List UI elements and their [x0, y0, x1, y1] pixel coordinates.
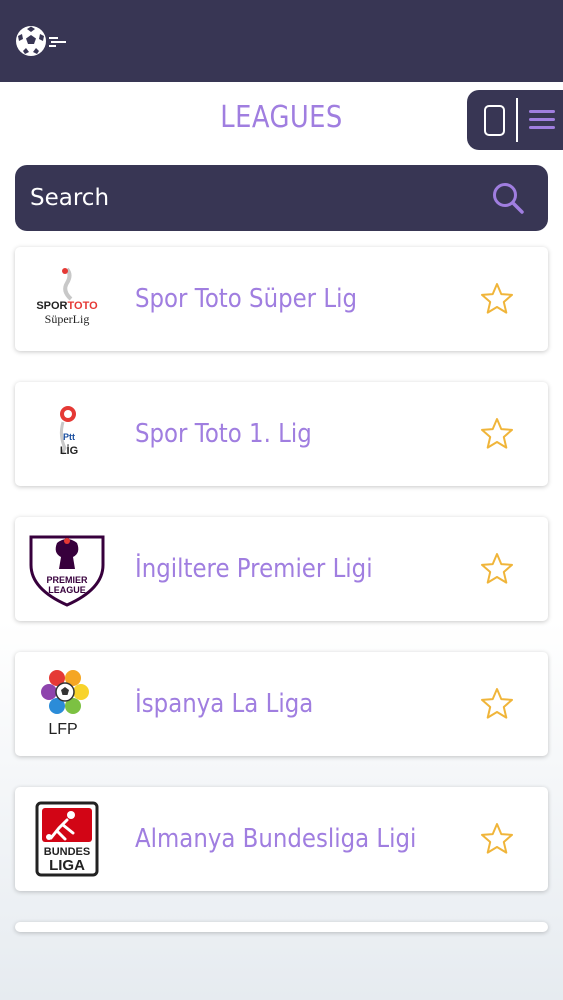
league-name: Almanya Bundesliga Ligi	[135, 824, 417, 854]
ptt-lig-logo-icon: Ptt LİG	[27, 396, 107, 472]
league-list: SPORTOTO SüperLig Spor Toto Süper Lig Pt…	[15, 247, 548, 963]
star-outline-icon[interactable]	[480, 282, 514, 316]
svg-text:SPORTOTO: SPORTOTO	[36, 300, 98, 312]
star-outline-icon[interactable]	[480, 552, 514, 586]
menu-icon[interactable]	[529, 110, 555, 130]
page-title: LEAGUES	[220, 100, 343, 135]
league-item[interactable]: BUNDES LIGA Almanya Bundesliga Ligi	[15, 787, 548, 891]
bundesliga-logo-icon: BUNDES LIGA	[27, 801, 107, 877]
svg-text:LFP: LFP	[48, 721, 77, 738]
league-item[interactable]: PREMIER LEAGUE İngiltere Premier Ligi	[15, 517, 548, 621]
league-item[interactable]: Ptt LİG Spor Toto 1. Lig	[15, 382, 548, 486]
svg-text:PREMIER: PREMIER	[46, 575, 88, 585]
league-name: İngiltere Premier Ligi	[135, 554, 373, 584]
star-outline-icon[interactable]	[480, 822, 514, 856]
soccer-ball-logo-icon[interactable]	[14, 24, 68, 58]
svg-text:LİG: LİG	[60, 444, 78, 457]
league-item[interactable]: SPORTOTO SüperLig Spor Toto Süper Lig	[15, 247, 548, 351]
league-item[interactable]: LFP İspanya La Liga	[15, 652, 548, 756]
search-bar	[15, 165, 548, 231]
league-item[interactable]	[15, 922, 548, 932]
league-name: İspanya La Liga	[135, 689, 314, 719]
star-outline-icon[interactable]	[480, 687, 514, 721]
search-input[interactable]	[30, 179, 470, 217]
star-outline-icon[interactable]	[480, 417, 514, 451]
search-icon[interactable]	[490, 180, 526, 216]
league-name: Spor Toto 1. Lig	[135, 419, 312, 449]
lfp-logo-icon: LFP	[27, 666, 107, 742]
view-toggle[interactable]	[467, 90, 563, 150]
svg-text:Ptt: Ptt	[63, 432, 75, 442]
phone-icon[interactable]	[484, 105, 505, 136]
league-name: Spor Toto Süper Lig	[135, 284, 357, 314]
svg-text:SüperLig: SüperLig	[45, 312, 90, 326]
svg-text:LEAGUE: LEAGUE	[48, 585, 86, 595]
super-lig-logo-icon: SPORTOTO SüperLig	[27, 261, 107, 337]
app-bar	[0, 0, 563, 82]
svg-text:LIGA: LIGA	[49, 857, 85, 874]
premier-league-logo-icon: PREMIER LEAGUE	[27, 531, 107, 607]
toggle-divider	[516, 98, 518, 142]
